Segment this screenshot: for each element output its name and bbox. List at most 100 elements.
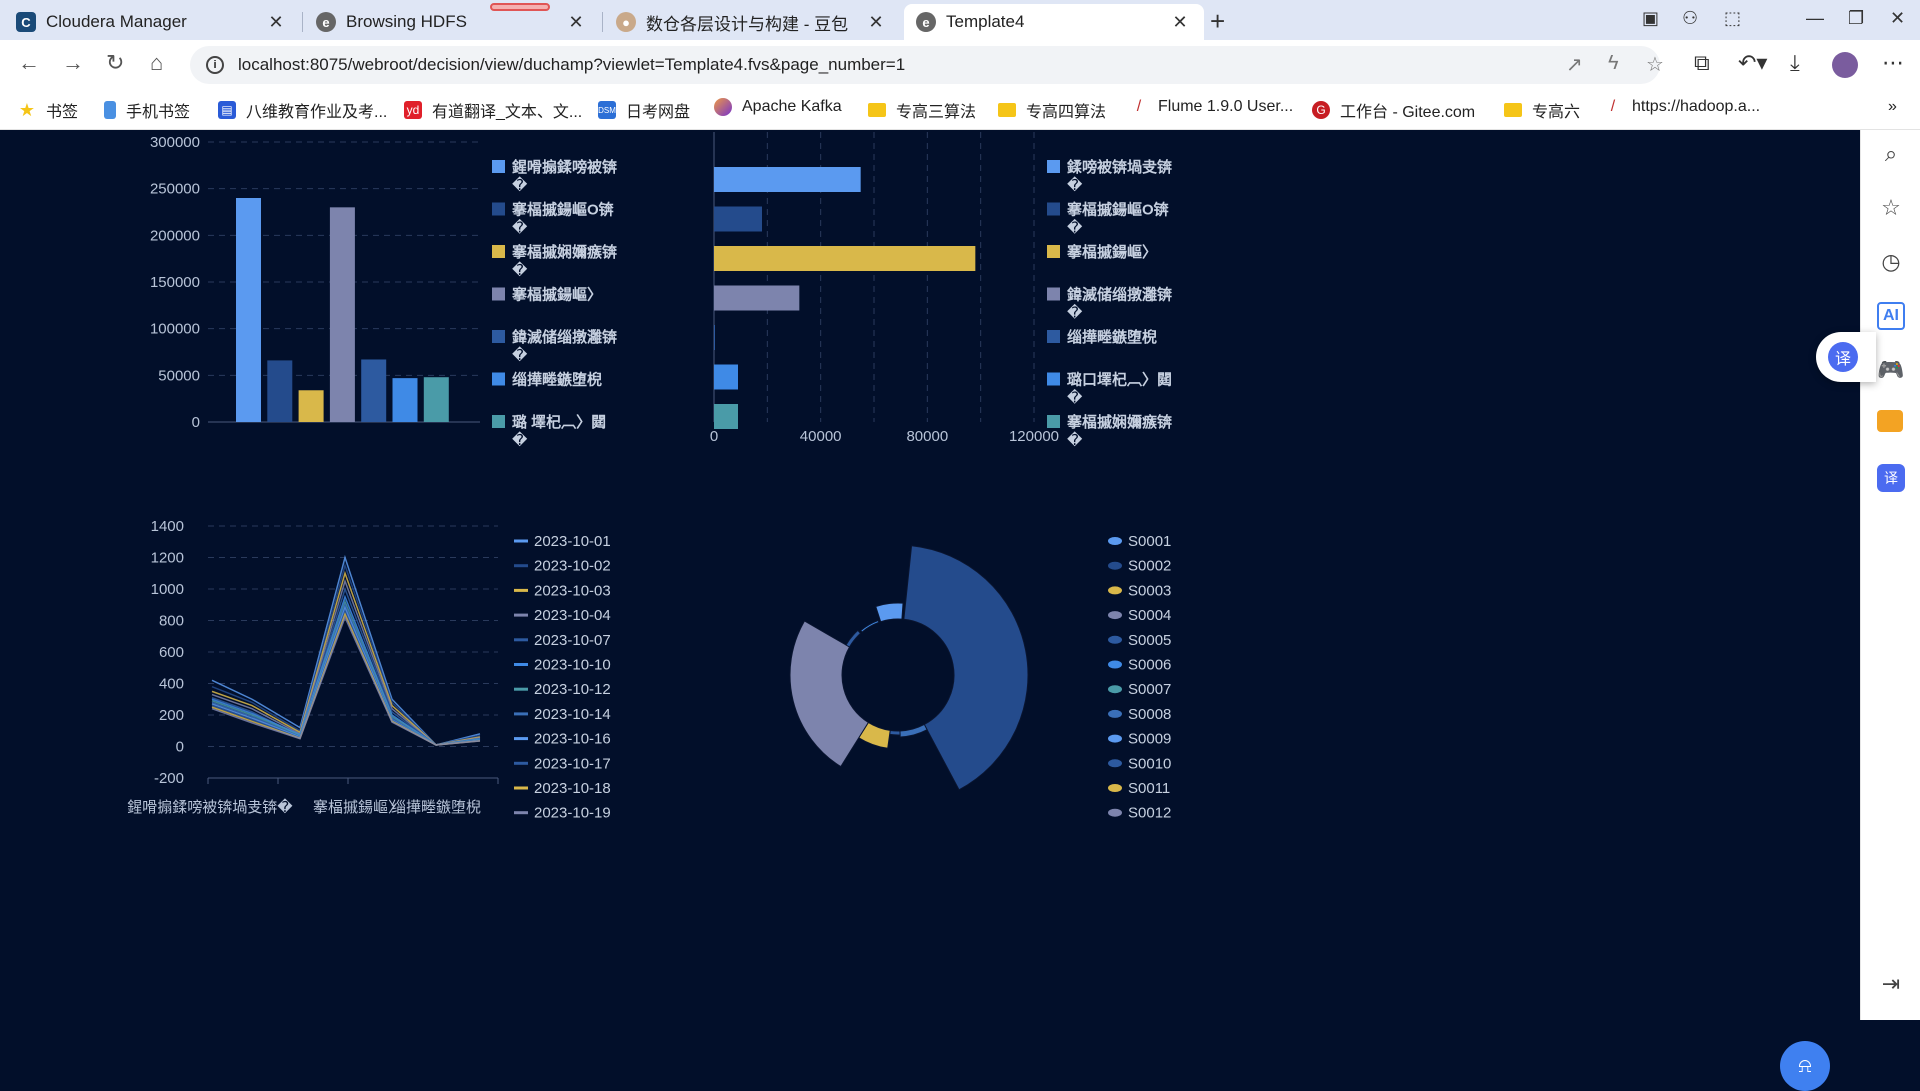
- y-tick-label: 1000: [151, 581, 184, 598]
- ai-icon[interactable]: AI: [1877, 302, 1905, 330]
- incognito-icon[interactable]: ⚇: [1682, 8, 1698, 29]
- legend-swatch: [492, 415, 505, 428]
- legend-label: S0002: [1128, 558, 1171, 575]
- legend-swatch: [1108, 586, 1122, 595]
- bookmark-item[interactable]: / https://hadoop.a...: [1604, 98, 1760, 116]
- extensions-puzzle-icon[interactable]: ⧉: [1694, 50, 1710, 76]
- gitee-icon: G: [1312, 101, 1330, 119]
- back-icon[interactable]: ←: [18, 50, 40, 76]
- restore-icon[interactable]: ❐: [1848, 8, 1864, 29]
- legend-label: 2023-10-04: [534, 607, 611, 624]
- collapse-sidebar-icon[interactable]: ⇥: [1877, 970, 1905, 998]
- tab-doubao[interactable]: ● 数仓各层设计与构建 - 豆包 ✕: [604, 4, 900, 40]
- legend-label: 搴楅摵鍚嶇〉: [1066, 243, 1157, 261]
- more-menu-icon[interactable]: ⋯: [1882, 50, 1904, 76]
- bookmark-item[interactable]: ▤ 八维教育作业及考...: [218, 98, 387, 122]
- legend-label-wrap: �: [1067, 389, 1083, 407]
- y-tick-label: 1200: [151, 550, 184, 567]
- new-tab-button[interactable]: +: [1210, 6, 1225, 37]
- tab-title: Template4: [946, 12, 1025, 31]
- y-tick-label: 400: [159, 676, 184, 693]
- x-tick-label: 40000: [800, 428, 842, 445]
- legend-swatch: [492, 160, 505, 173]
- translate-icon[interactable]: 译: [1877, 464, 1905, 492]
- undo-icon[interactable]: ↶▾: [1738, 50, 1767, 76]
- legend-swatch: [1108, 561, 1122, 570]
- tab-cloudera-manager[interactable]: C Cloudera Manager ✕: [4, 4, 300, 40]
- legend-label: 缁撶畻鏃堕棿: [1067, 328, 1157, 346]
- legend-label-wrap: �: [512, 176, 528, 194]
- extensions-icon[interactable]: ⬚: [1724, 8, 1741, 29]
- minimize-icon[interactable]: —: [1806, 8, 1824, 29]
- close-icon[interactable]: ✕: [1168, 12, 1192, 33]
- download-icon[interactable]: ⤓: [1790, 50, 1800, 76]
- window-close-icon[interactable]: ✕: [1890, 8, 1905, 29]
- tab-template4[interactable]: e Template4 ✕: [904, 4, 1204, 40]
- bookmark-label: 有道翻译_文本、文...: [432, 104, 583, 121]
- pie-slice: [889, 729, 901, 736]
- phone-icon: [104, 101, 116, 119]
- legend-swatch: [492, 372, 505, 386]
- site-info-icon[interactable]: i: [206, 56, 224, 74]
- bookmark-item[interactable]: 专高四算法: [998, 98, 1106, 122]
- y-tick-label: 600: [159, 644, 184, 661]
- edge-sidebar: ⌕ ☆ ◷ AI 🎮 译 ⇥: [1860, 130, 1920, 1020]
- legend-swatch: [1108, 685, 1122, 694]
- bookmark-item[interactable]: 专高六: [1504, 98, 1580, 122]
- legend-label: 2023-10-16: [534, 731, 611, 748]
- legend-swatch: [1108, 660, 1122, 669]
- feather-icon: /: [1610, 98, 1616, 115]
- share-icon[interactable]: ↗: [1566, 52, 1583, 77]
- close-icon[interactable]: ✕: [564, 12, 588, 33]
- profile-avatar-icon[interactable]: [1832, 52, 1858, 78]
- close-icon[interactable]: ✕: [864, 12, 888, 33]
- favorite-star-icon[interactable]: ☆: [1646, 52, 1664, 77]
- bookmark-item[interactable]: Apache Kafka: [714, 98, 842, 116]
- bookmark-item[interactable]: ★ 书签: [18, 98, 78, 122]
- game-icon[interactable]: 🎮: [1877, 356, 1905, 384]
- reload-icon[interactable]: ↻: [106, 50, 124, 76]
- dsm-icon: DSM: [598, 101, 616, 119]
- bookmark-item[interactable]: 专高三算法: [868, 98, 976, 122]
- y-tick-label: 100000: [150, 321, 200, 338]
- forward-icon[interactable]: →: [62, 50, 84, 76]
- pie-slice: [789, 620, 870, 768]
- legend-label: 2023-10-01: [534, 533, 611, 550]
- legend-label: 2023-10-03: [534, 582, 611, 599]
- favorites-star-icon[interactable]: ☆: [1877, 194, 1905, 222]
- bookmark-item[interactable]: yd 有道翻译_文本、文...: [404, 98, 582, 122]
- x-tick-label: 120000: [1009, 428, 1059, 445]
- lightning-icon[interactable]: ϟ: [1608, 52, 1619, 75]
- notification-fab-button[interactable]: ⍾: [1780, 1041, 1830, 1091]
- bookmark-item[interactable]: G 工作台 - Gitee.com: [1312, 98, 1475, 122]
- close-icon[interactable]: ✕: [264, 12, 288, 33]
- legend-label: 璐 墿杞︹〉閮: [512, 413, 606, 431]
- edge-icon: e: [316, 12, 336, 32]
- bookmark-label: Flume 1.9.0 User...: [1158, 98, 1294, 115]
- home-icon[interactable]: ⌂: [150, 50, 163, 76]
- more-bookmarks-icon[interactable]: »: [1888, 98, 1897, 116]
- history-clock-icon[interactable]: ◷: [1877, 248, 1905, 276]
- toolbox-icon[interactable]: [1877, 410, 1903, 432]
- legend-swatch: [1108, 734, 1122, 743]
- address-input[interactable]: i localhost:8075/webroot/decision/view/d…: [190, 46, 1660, 84]
- y-tick-label: 150000: [150, 274, 200, 291]
- bar: [329, 207, 355, 422]
- dashboard-canvas: 300000 250000 200000 150000 100000 50000 0 鍟嗗搧鍒…: [0, 130, 1860, 1091]
- tab-browsing-hdfs[interactable]: e Browsing HDFS ✕: [304, 4, 600, 40]
- bookmark-item[interactable]: 手机书签: [104, 98, 190, 122]
- bar: [361, 359, 387, 422]
- translate-floating-button[interactable]: 译: [1816, 332, 1876, 382]
- series-line: [211, 602, 481, 746]
- bookmark-item[interactable]: / Flume 1.9.0 User...: [1130, 98, 1293, 116]
- search-icon[interactable]: ⌕: [1877, 140, 1905, 168]
- bookmark-item[interactable]: DSM 日考网盘: [598, 98, 690, 122]
- legend-label: S0004: [1128, 607, 1171, 624]
- legend-swatch: [1047, 245, 1060, 258]
- tab-count-icon[interactable]: ▣: [1642, 8, 1659, 29]
- edge-icon: e: [916, 12, 936, 32]
- tab-title: Browsing HDFS: [346, 12, 467, 31]
- kafka-icon: [714, 98, 732, 116]
- bookmark-label: https://hadoop.a...: [1632, 98, 1761, 115]
- legend-label-wrap: �: [1067, 219, 1083, 237]
